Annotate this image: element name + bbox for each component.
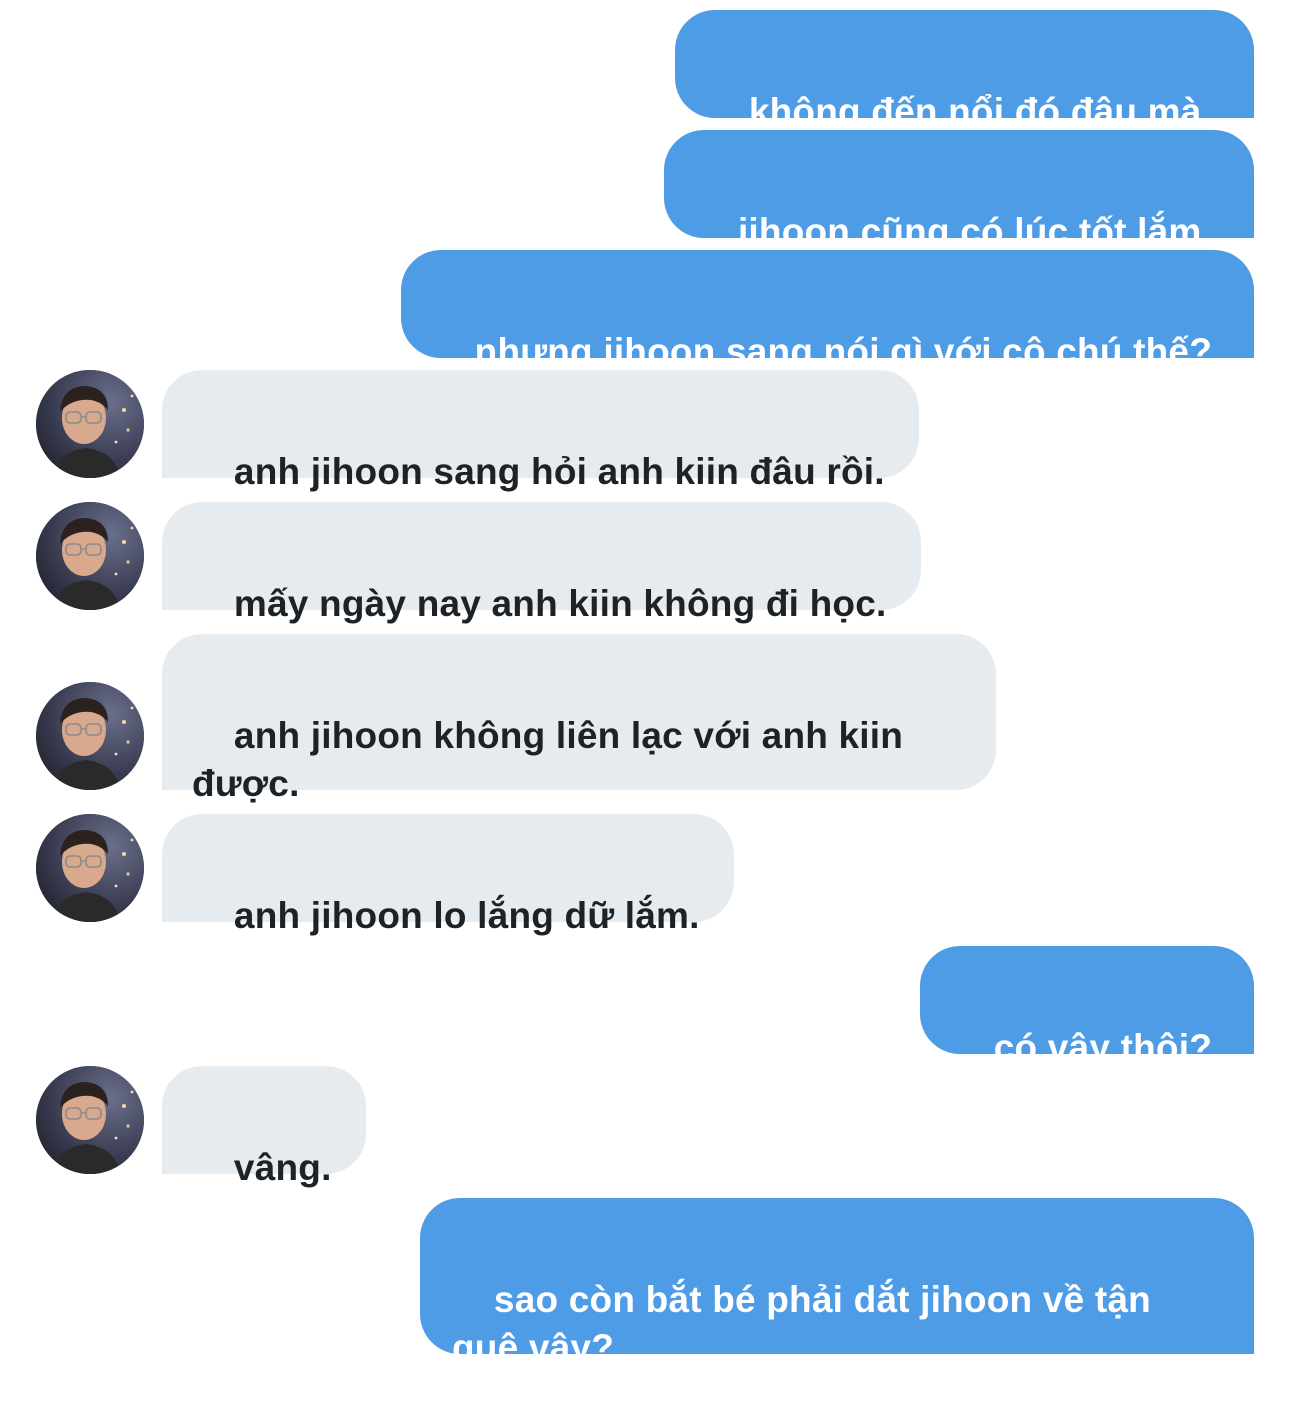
- incoming-message-bubble[interactable]: anh jihoon lo lắng dữ lắm.: [162, 814, 734, 936]
- message-text: anh jihoon lo lắng dữ lắm.: [233, 895, 700, 936]
- message-text: vâng.: [233, 1147, 332, 1188]
- outgoing-message-bubble[interactable]: có vậy thôi?: [919, 946, 1254, 1068]
- contact-avatar[interactable]: [36, 370, 144, 478]
- incoming-message-bubble[interactable]: mấy ngày nay anh kiin không đi học.: [162, 502, 921, 624]
- outgoing-message-bubble[interactable]: jihoon cũng có lúc tốt lắm.: [664, 130, 1254, 252]
- incoming-message-bubble[interactable]: anh jihoon không liên lạc với anh kiin đ…: [162, 634, 996, 804]
- avatar-photo-icon: [36, 814, 144, 922]
- contact-avatar[interactable]: [36, 682, 144, 790]
- outgoing-message-bubble[interactable]: nhưng jihoon sang nói gì với cô chú thế?: [400, 250, 1254, 372]
- message-thread: không đến nổi đó đâu mà. jihoon cũng có …: [0, 0, 1290, 1368]
- outgoing-message-bubble[interactable]: sao còn bắt bé phải dắt jihoon về tận qu…: [420, 1198, 1254, 1368]
- message-text: jihoon cũng có lúc tốt lắm.: [737, 211, 1212, 252]
- avatar-photo-icon: [36, 1066, 144, 1174]
- incoming-message-bubble[interactable]: vâng.: [162, 1066, 366, 1188]
- contact-avatar[interactable]: [36, 814, 144, 922]
- message-text: nhưng jihoon sang nói gì với cô chú thế?: [474, 331, 1212, 372]
- contact-avatar[interactable]: [36, 1066, 144, 1174]
- avatar-photo-icon: [36, 502, 144, 610]
- avatar-photo-icon: [36, 682, 144, 790]
- message-text: anh jihoon không liên lạc với anh kiin đ…: [192, 715, 904, 804]
- message-text: anh jihoon sang hỏi anh kiin đâu rồi.: [233, 451, 885, 492]
- incoming-message-bubble[interactable]: anh jihoon sang hỏi anh kiin đâu rồi.: [162, 370, 919, 492]
- outgoing-message-bubble[interactable]: không đến nổi đó đâu mà.: [674, 10, 1254, 132]
- message-text: mấy ngày nay anh kiin không đi học.: [233, 583, 887, 624]
- avatar-photo-icon: [36, 370, 144, 478]
- contact-avatar[interactable]: [36, 502, 144, 610]
- message-text: sao còn bắt bé phải dắt jihoon về tận qu…: [452, 1279, 1151, 1368]
- message-text: không đến nổi đó đâu mà.: [748, 91, 1212, 132]
- message-text: có vậy thôi?: [993, 1027, 1212, 1068]
